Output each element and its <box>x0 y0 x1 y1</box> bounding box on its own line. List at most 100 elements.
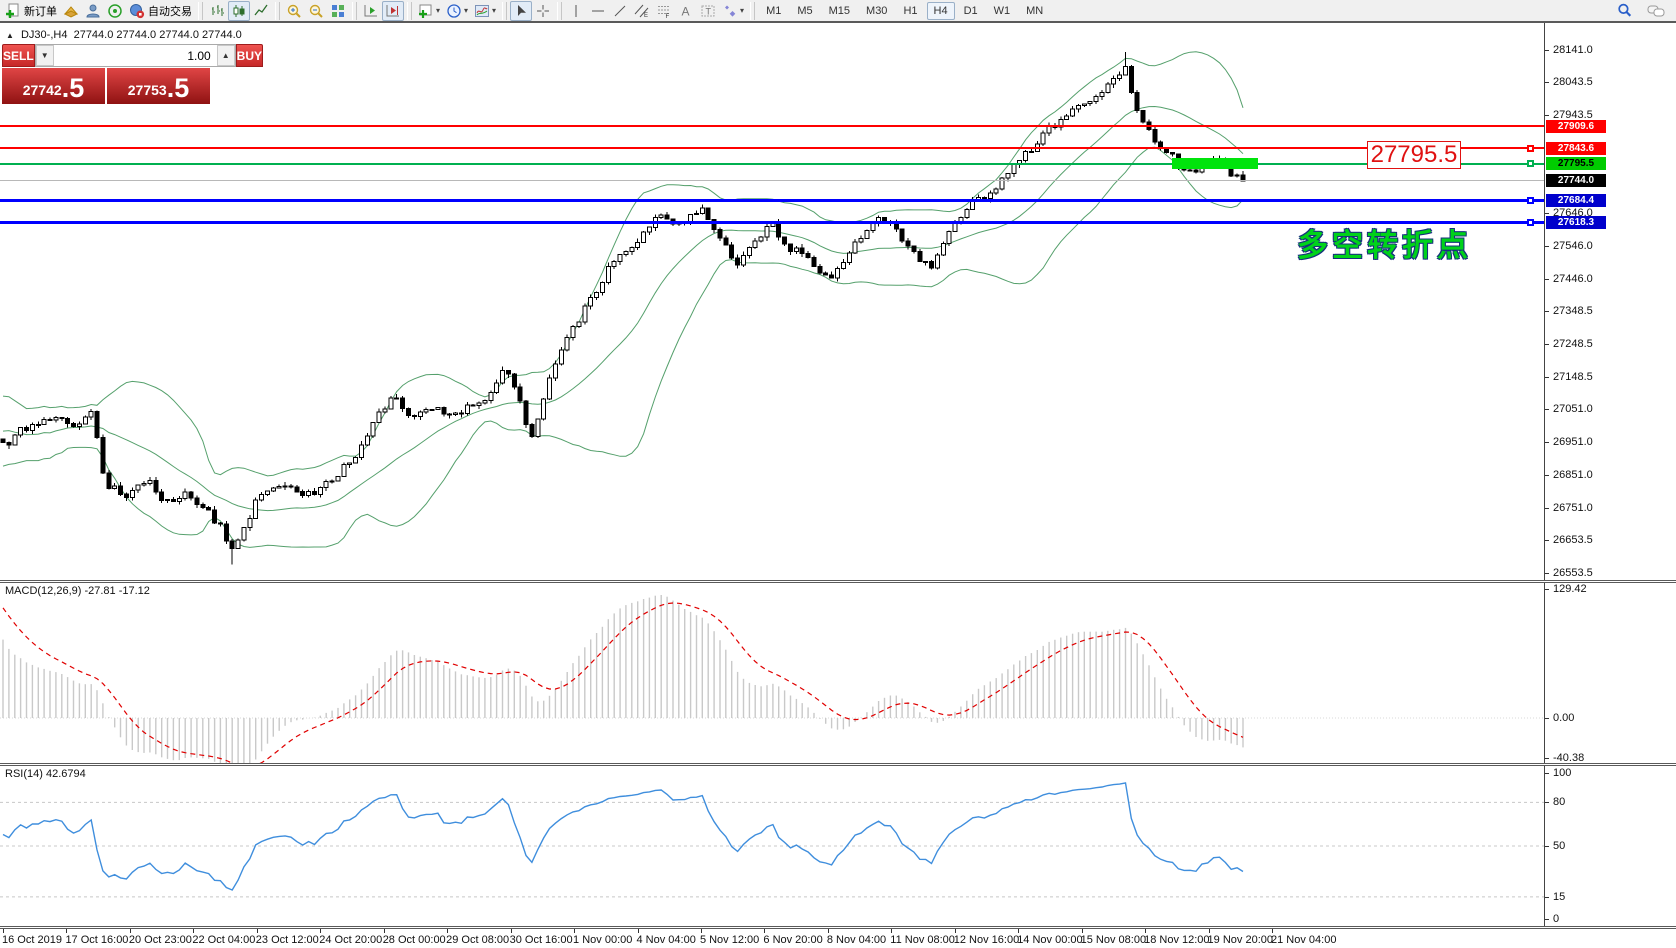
price-tag-27795.5: 27795.5 <box>1546 157 1606 170</box>
search-button[interactable] <box>1613 1 1636 21</box>
time-axis-label: 24 Oct 20:00 <box>319 934 382 946</box>
highlight-bar[interactable] <box>1172 158 1258 169</box>
horizontal-line-tool-button[interactable] <box>587 1 609 21</box>
templates-button[interactable]: ▾ <box>471 1 499 21</box>
templates-icon <box>474 3 490 19</box>
timeframe-m5[interactable]: M5 <box>790 2 819 20</box>
horizontal-level-line-27909.6[interactable] <box>0 125 1544 127</box>
axis-tick <box>1545 377 1549 378</box>
market-watch-icon <box>63 3 79 19</box>
vertical-line-tool-button[interactable] <box>565 1 587 21</box>
zoom-out-button[interactable] <box>305 1 327 21</box>
vertical-line-icon <box>568 3 584 19</box>
chat-button[interactable] <box>1644 1 1668 21</box>
arrows-tool-button[interactable]: ▾ <box>719 1 747 21</box>
candlestick-mode-button[interactable] <box>228 1 250 21</box>
new-chart-icon <box>418 3 434 19</box>
timeframe-d1[interactable]: D1 <box>957 2 985 20</box>
trendline-tool-button[interactable] <box>609 1 631 21</box>
crosshair-tool-button[interactable] <box>532 1 554 21</box>
price-tick-label: 26751.0 <box>1553 502 1593 514</box>
text-tool-button[interactable]: A <box>675 1 697 21</box>
channel-tool-button[interactable]: E <box>631 1 653 21</box>
navigator-button[interactable] <box>82 1 104 21</box>
volume-input[interactable] <box>54 45 217 66</box>
horizontal-level-line-27795.5[interactable] <box>0 163 1544 165</box>
navigator-icon <box>85 3 101 19</box>
pane-separator[interactable] <box>0 580 1676 583</box>
time-axis-label: 8 Nov 04:00 <box>827 934 886 946</box>
label-tool-button[interactable]: T <box>697 1 719 21</box>
dropdown-caret-icon: ▾ <box>464 6 468 15</box>
level-anchor-handle[interactable] <box>1527 219 1534 226</box>
sell-price-display[interactable]: 27742.5 <box>2 68 105 104</box>
chart-header: ▲ DJ30-,H4 27744.0 27744.0 27744.0 27744… <box>6 29 242 41</box>
new-chart-button[interactable]: ▾ <box>415 1 443 21</box>
timeframe-h4[interactable]: H4 <box>927 2 955 20</box>
axis-tick <box>1545 846 1549 847</box>
timeframe-h1[interactable]: H1 <box>896 2 924 20</box>
time-axis[interactable]: 16 Oct 201917 Oct 16:0020 Oct 23:0022 Oc… <box>0 929 1676 948</box>
level-anchor-handle[interactable] <box>1527 197 1534 204</box>
cursor-tool-button[interactable] <box>510 1 532 21</box>
timeframe-m15[interactable]: M15 <box>822 2 857 20</box>
svg-text:F: F <box>666 14 670 19</box>
macd-indicator-pane[interactable] <box>0 583 1545 763</box>
axis-tick <box>1545 279 1549 280</box>
timeframe-mn[interactable]: MN <box>1019 2 1050 20</box>
price-tick-label: 27051.0 <box>1553 403 1593 415</box>
auto-scroll-icon <box>363 3 379 19</box>
axis-tick <box>1545 802 1549 803</box>
buy-price-display[interactable]: 27753.5 <box>107 68 210 104</box>
price-tick-label: 26951.0 <box>1553 436 1593 448</box>
volume-increase-button[interactable]: ▲ <box>217 45 235 66</box>
axis-tick <box>1545 758 1549 759</box>
price-callout-label: 27795.5 <box>1367 141 1461 169</box>
toolbar-separator <box>502 2 507 20</box>
level-anchor-handle[interactable] <box>1527 145 1534 152</box>
horizontal-level-line-27843.6[interactable] <box>0 147 1544 149</box>
rsi-indicator-pane[interactable] <box>0 766 1545 926</box>
level-anchor-handle[interactable] <box>1527 160 1534 167</box>
timeframe-m30[interactable]: M30 <box>859 2 894 20</box>
new-order-button[interactable]: 新订单 <box>2 1 60 21</box>
market-watch-button[interactable] <box>60 1 82 21</box>
main-price-chart[interactable] <box>0 23 1545 580</box>
price-tick-label: 27148.5 <box>1553 371 1593 383</box>
price-tag-27843.6: 27843.6 <box>1546 142 1606 155</box>
auto-trading-button[interactable]: 自动交易 <box>126 1 195 21</box>
axis-tick <box>1545 773 1549 774</box>
time-axis-tick <box>891 929 892 933</box>
macd-label: MACD(12,26,9) -27.81 -17.12 <box>5 585 150 597</box>
price-tick-label: 27546.0 <box>1553 240 1593 252</box>
rsi-scale-label: 80 <box>1553 796 1565 808</box>
timeframe-w1[interactable]: W1 <box>987 2 1018 20</box>
zoom-in-button[interactable] <box>283 1 305 21</box>
toolbar-separator <box>750 2 755 20</box>
axis-tick <box>1545 409 1549 410</box>
time-axis-label: 12 Nov 16:00 <box>954 934 1019 946</box>
axis-tick <box>1545 589 1549 590</box>
buy-button[interactable]: BUY <box>236 44 263 67</box>
toolbar-separator <box>198 2 203 20</box>
periods-button[interactable]: ▾ <box>443 1 471 21</box>
line-chart-mode-button[interactable] <box>250 1 272 21</box>
tile-windows-button[interactable] <box>327 1 349 21</box>
rsi-label: RSI(14) 42.6794 <box>5 768 86 780</box>
horizontal-level-line-27744.0[interactable] <box>0 180 1544 181</box>
bar-chart-mode-button[interactable] <box>206 1 228 21</box>
sell-button[interactable]: SELL <box>2 44 35 67</box>
auto-scroll-button[interactable] <box>360 1 382 21</box>
price-tick-label: 26851.0 <box>1553 469 1593 481</box>
chart-shift-button[interactable] <box>382 1 404 21</box>
fibonacci-tool-button[interactable]: F <box>653 1 675 21</box>
time-axis-label: 29 Oct 08:00 <box>446 934 509 946</box>
one-click-trading-panel: SELL ▼ ▲ BUY 27742.5 27753.5 <box>2 44 210 104</box>
pane-separator[interactable] <box>0 763 1676 766</box>
macd-signal-line <box>3 603 1243 763</box>
volume-decrease-button[interactable]: ▼ <box>36 45 54 66</box>
timeframe-group: M1M5M15M30H1H4D1W1MN <box>758 2 1051 20</box>
signals-button[interactable] <box>104 1 126 21</box>
horizontal-level-line-27684.4[interactable] <box>0 199 1544 202</box>
timeframe-m1[interactable]: M1 <box>759 2 788 20</box>
